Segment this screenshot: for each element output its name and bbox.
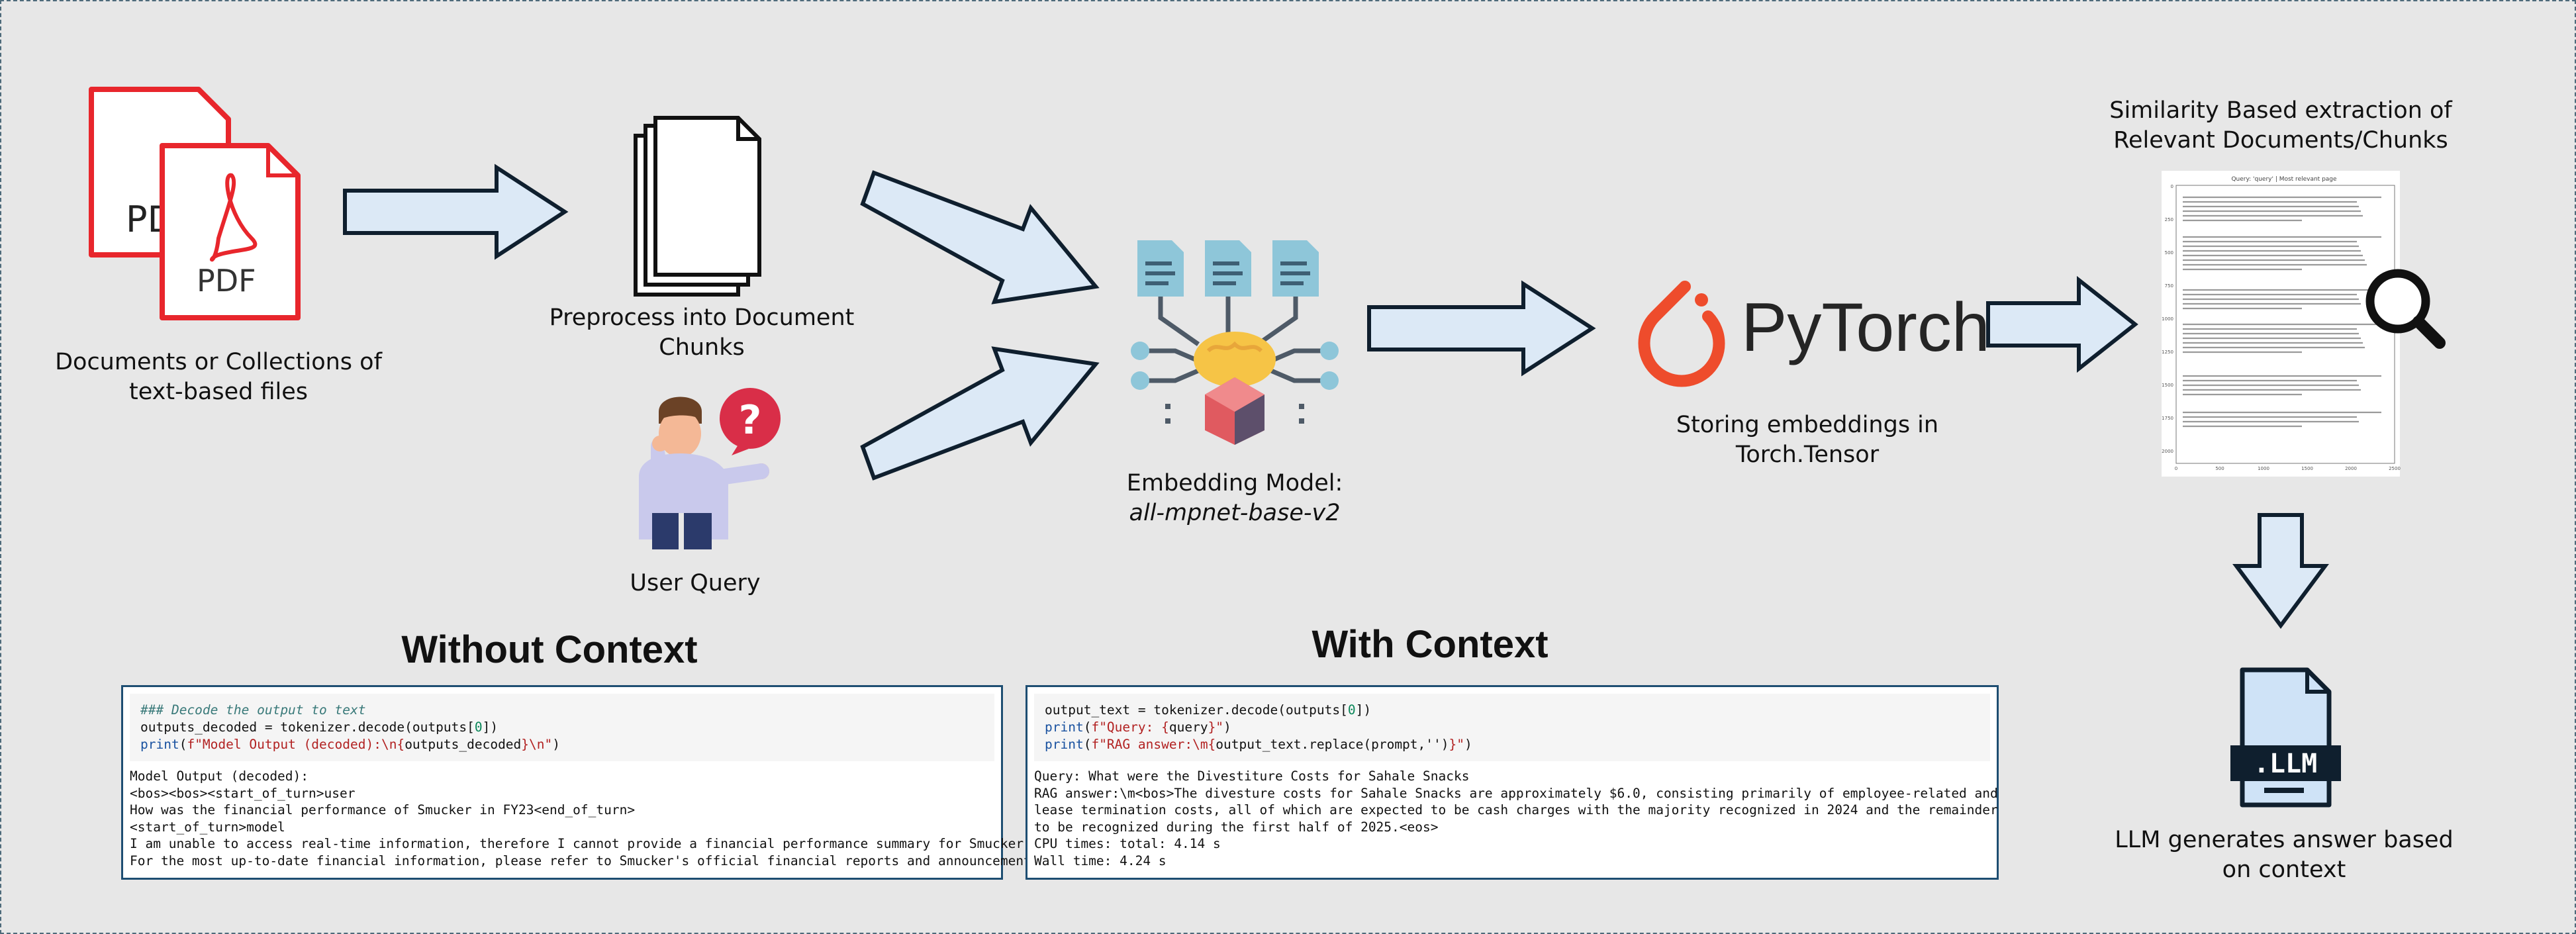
pytorch-logo-icon: PyTorch <box>1638 281 1990 387</box>
thumbnail-ytick-6: 1500 <box>2162 383 2173 388</box>
output-line: CPU times: total: 4.14 s <box>1034 836 1221 851</box>
arrow-right-icon-1 <box>343 163 569 260</box>
diagram-canvas: PDF PDF Documents or Collections oftext-… <box>0 0 2576 934</box>
arrow-right-icon-3 <box>1986 275 2138 373</box>
embedding-model-icon <box>1131 240 1339 445</box>
thumbnail-ytick-2: 500 <box>2165 250 2173 256</box>
thumbnail-xtick-4: 2000 <box>2345 466 2357 471</box>
thumbnail-xtick-0: 0 <box>2175 466 2177 471</box>
output-line: to be recognized during the first half o… <box>1034 819 1439 835</box>
document-stack-icon <box>634 116 761 297</box>
output-line: <bos><bos><start_of_turn>user <box>130 785 356 801</box>
arrow-diagonal-up-icon <box>860 346 1100 481</box>
arrow-right-icon-2 <box>1367 280 1596 377</box>
output-line: How was the financial performance of Smu… <box>130 802 636 817</box>
thumbnail-ytick-4: 1000 <box>2162 316 2173 322</box>
output-line: RAG answer:\m<bos>The divesture costs fo… <box>1034 785 1998 801</box>
arrow-diagonal-down-icon <box>860 170 1100 304</box>
thumbnail-xtick-1: 500 <box>2215 466 2224 471</box>
user-query-label: User Query <box>630 570 761 596</box>
pytorch-text: PyTorch <box>1741 289 1990 366</box>
svg-text:?: ? <box>739 397 762 444</box>
embedding-model-name: all-mpnet-base-v2 <box>1129 500 1341 526</box>
relevant-page-thumbnail: Query: 'query' | Most relevant page 0 50… <box>2162 171 2446 477</box>
pdf-documents-icon: PDF PDF <box>89 87 301 320</box>
thumbnail-ytick-1: 250 <box>2165 217 2173 222</box>
thumbnail-ytick-5: 1250 <box>2162 350 2173 355</box>
llm-badge-text: .LLM <box>2254 749 2317 779</box>
embedding-label: Embedding Model: all-mpnet-base-v2 <box>1073 469 1397 528</box>
output-line: Wall time: 4.24 s <box>1034 853 1167 868</box>
without-context-code-cell: ### Decode the output to text outputs_de… <box>130 694 994 761</box>
with-context-heading: With Context <box>1312 623 1549 666</box>
output-line: Query: What were the Divestiture Costs f… <box>1034 769 1470 784</box>
preprocess-label: Preprocess into Document Chunks <box>549 304 855 361</box>
llm-label: LLM generates answer based on context <box>2115 827 2454 883</box>
thumbnail-ytick-0: 0 <box>2171 184 2173 189</box>
thumbnail-ytick-7: 1750 <box>2162 416 2173 421</box>
without-context-output: Model Output (decoded): <bos><bos><start_… <box>123 761 1094 869</box>
without-context-heading: Without Context <box>401 628 698 671</box>
output-line: <start_of_turn>model <box>130 819 285 835</box>
output-line: I am unable to access real-time informat… <box>130 836 1094 851</box>
thumbnail-xtick-5: 2500 <box>2389 466 2401 471</box>
documents-label: Documents or Collections of text-based fi… <box>55 349 382 405</box>
with-context-output: Query: What were the Divestiture Costs f… <box>1027 761 1998 869</box>
with-context-code-cell: output_text = tokenizer.decode(outputs[0… <box>1034 694 1990 761</box>
thumbnail-ytick-3: 750 <box>2165 283 2173 289</box>
with-context-panel: output_text = tokenizer.decode(outputs[0… <box>1026 685 1999 880</box>
llm-file-icon: .LLM <box>2230 667 2341 808</box>
thumbnail-xtick-3: 1500 <box>2301 466 2313 471</box>
arrow-down-icon <box>2232 513 2329 630</box>
thumbnail-xtick-2: 1000 <box>2258 466 2269 471</box>
pdf-front-text: PDF <box>197 263 256 299</box>
output-line: For the most up-to-date financial inform… <box>130 853 1086 868</box>
user-query-icon: ? <box>639 388 781 549</box>
thumbnail-ytick-8: 2000 <box>2162 449 2173 454</box>
output-line: Model Output (decoded): <box>130 769 309 784</box>
output-line: lease termination costs, all of which ar… <box>1034 802 1998 817</box>
thumbnail-title: Query: 'query' | Most relevant page <box>2231 176 2337 183</box>
storing-label: Storing embeddings in Torch.Tensor <box>1676 412 1939 468</box>
without-context-panel: ### Decode the output to text outputs_de… <box>121 685 1094 880</box>
similarity-label: Similarity Based extraction of Relevant D… <box>2109 97 2452 154</box>
